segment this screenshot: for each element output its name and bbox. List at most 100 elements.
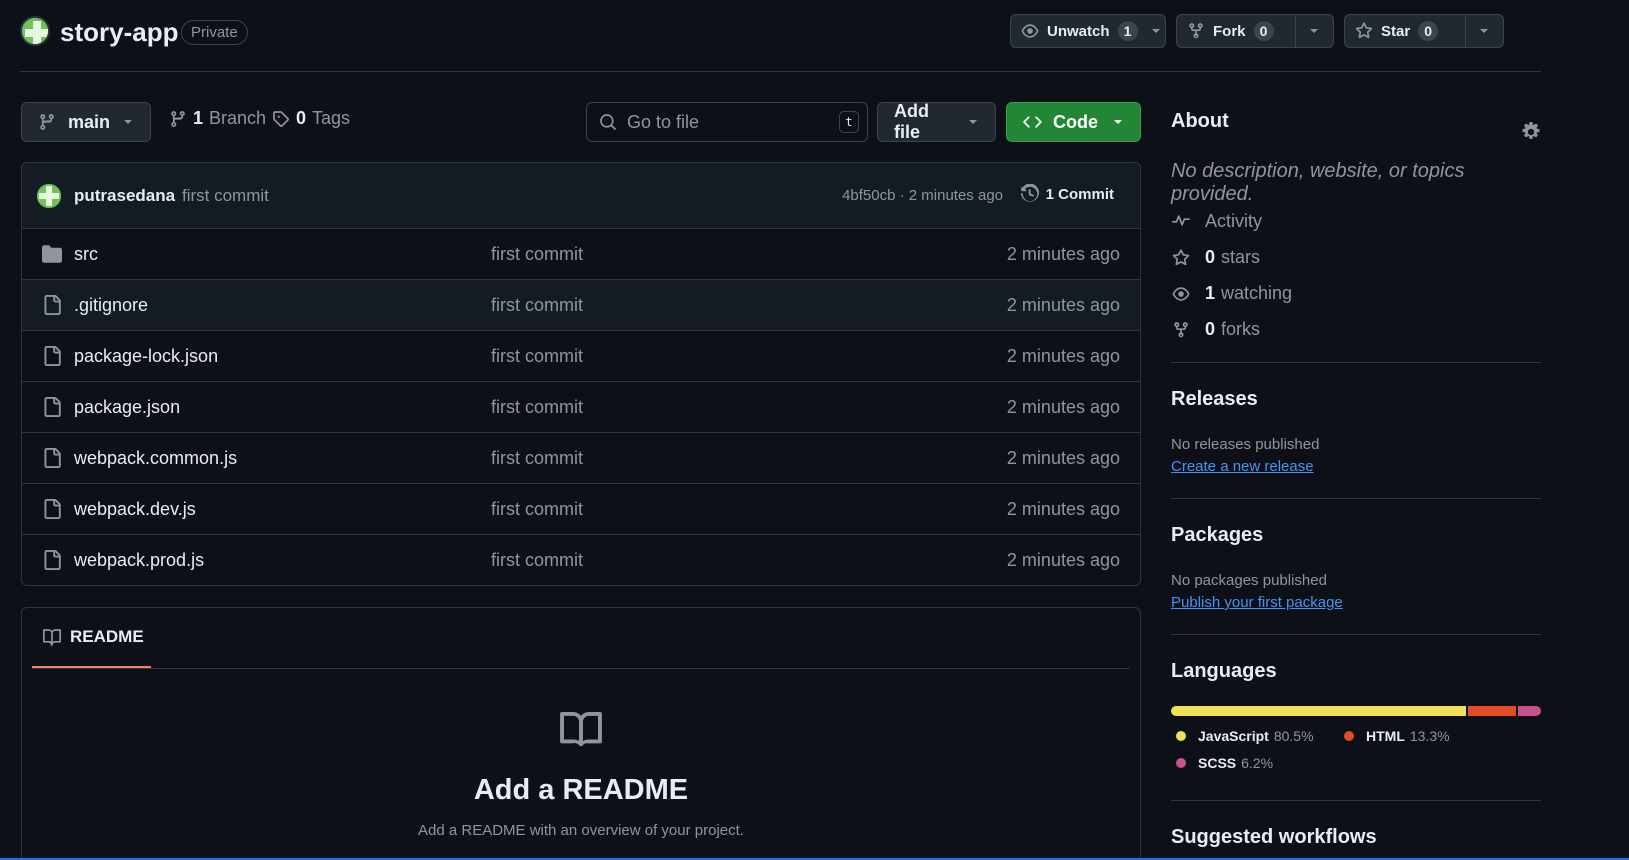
- branches-link[interactable]: 1 Branch: [169, 108, 266, 129]
- file-name[interactable]: package-lock.json: [74, 346, 218, 367]
- gear-icon[interactable]: [1521, 122, 1541, 142]
- file-commit-time: 2 minutes ago: [1006, 448, 1120, 468]
- packages-empty: No packages published: [1171, 572, 1327, 589]
- file-name[interactable]: webpack.dev.js: [74, 499, 196, 520]
- language-scss[interactable]: SCSS 6.2%: [1176, 755, 1273, 771]
- language-bar-segment: [1467, 706, 1517, 716]
- repo-name[interactable]: story-app: [60, 17, 178, 48]
- language-html[interactable]: HTML 13.3%: [1344, 728, 1450, 744]
- add-file-button[interactable]: Add file: [877, 101, 996, 142]
- code-label: Code: [1053, 111, 1098, 132]
- file-commit-message[interactable]: first commit: [491, 397, 583, 418]
- search-icon: [599, 113, 617, 131]
- file-name[interactable]: package.json: [74, 397, 180, 418]
- fork-icon: [1171, 321, 1191, 339]
- book-icon: [42, 628, 62, 646]
- file-row[interactable]: .gitignore first commit 2 minutes ago: [22, 280, 1140, 331]
- readme-tab-label: README: [70, 627, 144, 646]
- chevron-down-icon[interactable]: [1148, 15, 1165, 47]
- unwatch-label: Unwatch: [1047, 22, 1110, 40]
- activity-link[interactable]: Activity: [1171, 211, 1262, 232]
- language-percent: 6.2%: [1241, 755, 1274, 771]
- owner-avatar[interactable]: [20, 16, 50, 46]
- file-name[interactable]: src: [74, 244, 98, 265]
- suggested-workflows-title: Suggested workflows: [1171, 826, 1377, 848]
- file-icon: [42, 448, 62, 468]
- file-row[interactable]: package.json first commit 2 minutes ago: [22, 382, 1140, 433]
- watching-count: 1: [1205, 283, 1216, 303]
- pulse-icon: [1171, 213, 1191, 231]
- readme-panel: README Add a README Add a README with an…: [21, 607, 1141, 860]
- file-name[interactable]: webpack.common.js: [74, 448, 237, 469]
- chevron-down-icon[interactable]: [1296, 15, 1333, 47]
- file-row[interactable]: package-lock.json first commit 2 minutes…: [22, 331, 1140, 382]
- releases-title[interactable]: Releases: [1171, 388, 1258, 411]
- watching-link[interactable]: 1 watching: [1171, 283, 1292, 304]
- readme-empty-subtitle: Add a README with an overview of your pr…: [418, 822, 744, 839]
- file-commit-message[interactable]: first commit: [491, 346, 583, 367]
- branch-count: 1: [193, 108, 204, 128]
- file-commit-message[interactable]: first commit: [491, 244, 583, 265]
- code-button[interactable]: Code: [1006, 102, 1141, 142]
- file-row[interactable]: webpack.common.js first commit 2 minutes…: [22, 433, 1140, 484]
- sidebar-divider: [1171, 800, 1541, 801]
- stars-count: 0: [1205, 247, 1216, 267]
- file-commit-message[interactable]: first commit: [491, 499, 583, 520]
- star-button[interactable]: Star 0: [1344, 14, 1504, 48]
- readme-empty-title: Add a README: [473, 774, 689, 806]
- tags-link[interactable]: 0 Tags: [272, 108, 350, 129]
- packages-title[interactable]: Packages: [1171, 524, 1263, 547]
- publish-package-link[interactable]: Publish your first package: [1171, 594, 1343, 611]
- file-commit-message[interactable]: first commit: [491, 448, 583, 469]
- forks-count: 0: [1205, 319, 1216, 339]
- language-bar-segment: [1518, 706, 1541, 716]
- activity-label: Activity: [1205, 211, 1263, 231]
- file-icon: [42, 550, 62, 570]
- stars-link[interactable]: 0 stars: [1171, 247, 1260, 268]
- language-dot: [1344, 731, 1354, 741]
- fork-button[interactable]: Fork 0: [1176, 14, 1334, 48]
- file-table: putrasedana first commit 4bf50cb · 2 min…: [21, 162, 1141, 586]
- watching-label: watching: [1221, 283, 1293, 303]
- file-name[interactable]: .gitignore: [74, 295, 148, 316]
- forks-label: forks: [1221, 319, 1261, 339]
- fork-icon: [1187, 22, 1205, 40]
- go-to-file-input[interactable]: Go to file t: [586, 102, 868, 142]
- author-avatar[interactable]: [37, 184, 61, 208]
- tag-count: 0: [296, 108, 307, 128]
- file-row[interactable]: webpack.dev.js first commit 2 minutes ag…: [22, 484, 1140, 535]
- tab-readme[interactable]: README: [32, 608, 151, 668]
- file-commit-time: 2 minutes ago: [1006, 244, 1120, 264]
- tag-label: Tags: [312, 108, 351, 128]
- file-commit-message[interactable]: first commit: [491, 550, 583, 571]
- language-name: HTML: [1366, 728, 1405, 744]
- releases-empty: No releases published: [1171, 436, 1320, 453]
- file-icon: [42, 397, 62, 417]
- language-javascript[interactable]: JavaScript 80.5%: [1176, 728, 1314, 744]
- forks-link[interactable]: 0 forks: [1171, 319, 1260, 340]
- chevron-down-icon[interactable]: [1466, 15, 1503, 47]
- commit-hash-time[interactable]: 4bf50cb · 2 minutes ago: [842, 187, 1003, 204]
- file-row[interactable]: src first commit 2 minutes ago: [22, 229, 1140, 280]
- file-commit-time: 2 minutes ago: [1006, 550, 1120, 570]
- create-release-link[interactable]: Create a new release: [1171, 458, 1314, 475]
- commits-link[interactable]: 1 Commit: [1020, 184, 1114, 204]
- sidebar-divider: [1171, 498, 1541, 499]
- repo-header: story-app Private Unwatch 1 Fork 0 Star …: [20, 14, 1541, 72]
- star-label: Star: [1381, 22, 1411, 40]
- file-name[interactable]: webpack.prod.js: [74, 550, 204, 571]
- readme-divider: [32, 668, 1130, 669]
- commit-author[interactable]: putrasedana: [74, 186, 175, 206]
- language-percent: 13.3%: [1409, 728, 1450, 744]
- file-commit-time: 2 minutes ago: [1006, 346, 1120, 366]
- file-row[interactable]: webpack.prod.js first commit 2 minutes a…: [22, 535, 1140, 585]
- unwatch-button[interactable]: Unwatch 1: [1010, 14, 1166, 48]
- shortcut-key: t: [839, 111, 859, 133]
- branch-select[interactable]: main: [21, 102, 151, 142]
- file-commit-message[interactable]: first commit: [491, 295, 583, 316]
- language-bar: [1171, 706, 1541, 716]
- file-commit-time: 2 minutes ago: [1006, 295, 1120, 315]
- eye-icon: [1171, 285, 1191, 303]
- commit-message[interactable]: first commit: [182, 186, 269, 206]
- visibility-badge: Private: [181, 20, 248, 45]
